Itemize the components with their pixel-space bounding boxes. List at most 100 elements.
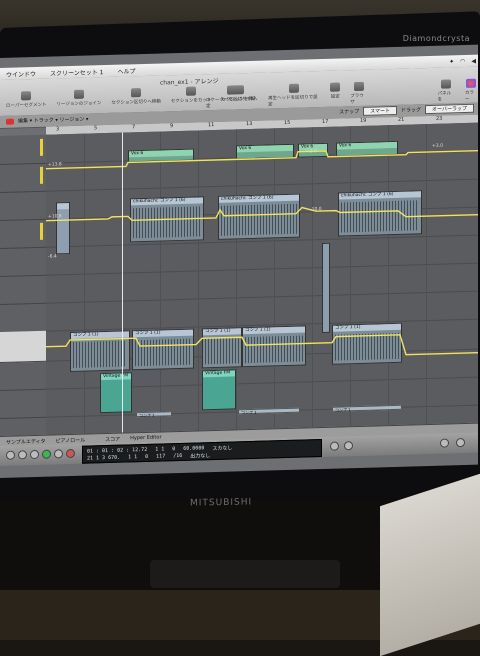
ruler-mark: 3	[56, 126, 60, 133]
ruler-mark: 13	[246, 120, 253, 128]
toolbar-button-7[interactable]: 再生ヘッドを区切りで設定	[268, 83, 320, 108]
cut-icon	[186, 86, 197, 96]
toolbar-button-11[interactable]: カラー	[464, 78, 478, 103]
segment-icon	[21, 91, 32, 101]
tab-score[interactable]: スコア	[105, 435, 120, 442]
playhead-icon	[289, 83, 300, 93]
automation-line-2	[46, 206, 478, 222]
track-level	[40, 166, 43, 184]
color-icon	[466, 78, 477, 88]
track-header[interactable]	[0, 246, 46, 277]
move-icon	[131, 88, 142, 98]
toolbar-button-10[interactable]: パネルを	[437, 79, 455, 103]
menu-window[interactable]: ウインドウ	[6, 68, 36, 78]
track-level	[40, 222, 43, 240]
scale-label: +3.0	[432, 143, 443, 149]
stop-icon[interactable]	[30, 449, 39, 460]
settings-icon	[330, 82, 341, 92]
toolbar-button-1[interactable]: ローパーセグメント	[6, 91, 46, 109]
record-icon[interactable]	[6, 118, 14, 125]
monitor-stand	[150, 560, 340, 588]
track-level	[40, 138, 43, 156]
bar-position: 21 1 3 670.	[87, 454, 121, 462]
ruler-mark: 17	[322, 118, 329, 126]
pause-icon[interactable]	[54, 449, 63, 459]
metronome-icon[interactable]	[440, 438, 449, 448]
browser-icon	[353, 81, 364, 92]
track-header[interactable]	[0, 274, 46, 305]
scale-label: +10.8	[48, 214, 62, 220]
track-header[interactable]	[0, 190, 46, 221]
play-icon[interactable]	[42, 449, 51, 459]
toolbar-button-2[interactable]: リージョンのジョイン	[56, 89, 101, 107]
window-title: chan_ex1 - アレンジ	[160, 77, 219, 87]
track-header[interactable]	[0, 162, 46, 193]
toolbar-label: ローパーセグメント	[6, 102, 47, 109]
ruler-mark: 23	[436, 115, 443, 122]
toolbar-button-9[interactable]: ブラウザ	[350, 81, 367, 106]
input-status: スカなし	[212, 445, 233, 453]
cycle-icon[interactable]	[330, 441, 339, 451]
track-header[interactable]	[0, 302, 46, 333]
output-status: 出力なし	[190, 453, 211, 460]
ruler-mark: 15	[284, 119, 291, 127]
automation-line-3	[46, 334, 478, 356]
track-header[interactable]	[0, 218, 46, 249]
record-button-icon[interactable]	[66, 448, 75, 459]
toolbar-button-3[interactable]: セクション区切りへ移動	[111, 88, 161, 106]
toolbar-button-6[interactable]: ロケーターを区切りで設定	[206, 85, 258, 109]
division-value: /16	[173, 452, 183, 460]
toolbar-label: セクション区切りへ移動	[111, 99, 161, 106]
lcd-value: 1 1	[128, 454, 138, 461]
panel-icon	[441, 79, 452, 89]
volume-icon[interactable]: ◀	[471, 57, 476, 64]
lcd-value: 117	[156, 453, 166, 460]
monitor-brand-logo: MITSUBISHI	[190, 497, 253, 509]
track-header[interactable]	[0, 134, 46, 165]
scale-label: -10.0	[310, 207, 322, 213]
wifi-icon[interactable]: ◠	[460, 58, 465, 65]
toolbar-label: ブラウザ	[350, 93, 364, 106]
menu-screenset[interactable]: スクリーンセット 1	[50, 67, 103, 77]
playhead[interactable]	[122, 132, 123, 433]
menu-help[interactable]: ヘルプ	[117, 66, 135, 76]
replace-icon[interactable]	[344, 441, 353, 451]
solo-icon[interactable]	[456, 438, 465, 448]
scale-label: -6.4	[48, 254, 57, 260]
toolbar-label: 再生ヘッドを区切りで設定	[268, 95, 318, 108]
tab-hyper-editor[interactable]: Hyper Editor	[130, 434, 161, 441]
bluetooth-icon[interactable]: ✦	[449, 58, 454, 65]
ruler-mark: 21	[398, 116, 405, 123]
track-header[interactable]	[0, 388, 46, 419]
join-icon	[73, 89, 84, 99]
automation-curves	[46, 149, 478, 356]
toolbar-label: カラー	[464, 90, 474, 103]
scale-label: +2.0	[306, 149, 317, 155]
toolbar-label: リージョンのジョイン	[56, 101, 102, 108]
snap-label: スナップ	[339, 108, 360, 116]
toolbar-label: 設定	[330, 94, 340, 100]
track-list	[0, 134, 47, 436]
ruler-mark: 11	[208, 122, 215, 129]
ruler-mark: 19	[360, 117, 367, 124]
locator-icon	[227, 85, 238, 95]
fast-forward-icon[interactable]	[18, 450, 27, 460]
toolbar-button-8[interactable]: 設定	[330, 82, 341, 105]
ruler-mark: 7	[132, 124, 136, 131]
ruler-mark: 9	[170, 123, 174, 130]
arrange-area[interactable]: Vox 6 Vox 6 Vox 6 Vox 6 chikuhachi: コンプ …	[46, 122, 478, 435]
snap-select[interactable]: スマート	[363, 105, 398, 116]
monitor-top-brand: Diamondcrysta	[402, 34, 470, 43]
drag-select[interactable]: オーバーラップ	[425, 103, 474, 115]
lcd-value: 0	[145, 453, 149, 460]
toolbar-label: ロケーターを区切りで設定	[206, 96, 256, 110]
track-header[interactable]	[0, 360, 46, 391]
ruler-mark: 5	[94, 125, 98, 132]
transport-display[interactable]: 01 : 01 : 02 : 12.72 1 1 0 60.0000 スカなし …	[82, 439, 322, 464]
edit-menu[interactable]: 編集 ▾ トラック ▾ リージョン ▾	[18, 116, 88, 125]
automation-line-1	[46, 149, 478, 170]
track-header-selected[interactable]	[0, 330, 46, 363]
drag-label: ドラッグ	[401, 107, 422, 114]
toolbar-label: パネルを	[437, 91, 452, 103]
rewind-icon[interactable]	[6, 450, 15, 460]
